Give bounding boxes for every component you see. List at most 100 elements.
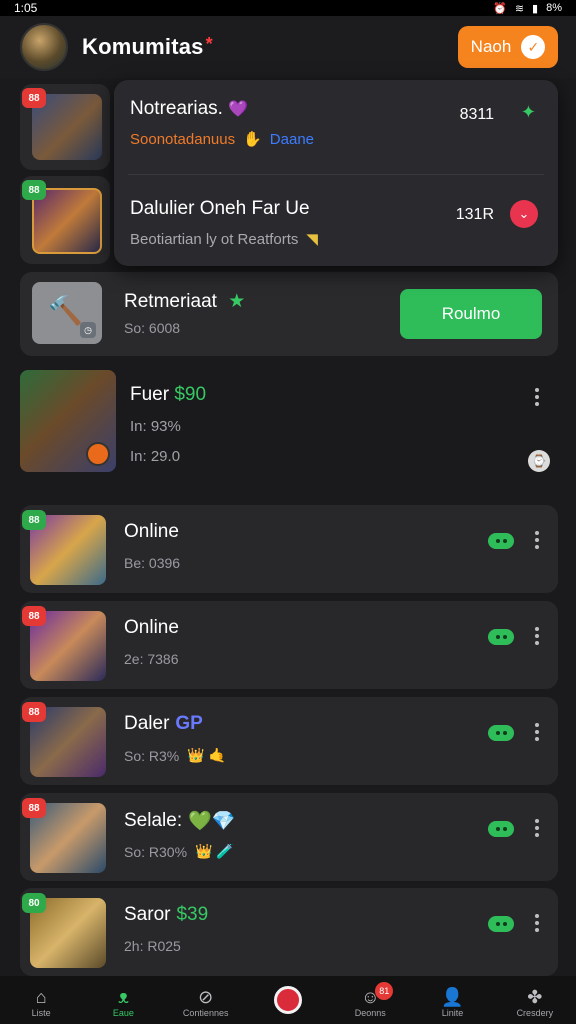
popup-item-1-sub: Soonotadanuus ✋ Daane: [130, 130, 542, 149]
chevron-down-icon[interactable]: ⌄: [510, 200, 538, 228]
list-item-title: Saror $39: [124, 904, 208, 926]
list-item-badge: 88: [22, 798, 46, 818]
bookmark-icon: ◥: [306, 231, 318, 248]
list-item-sub-text: So: R3%: [124, 747, 180, 764]
list-item[interactable]: Online Be: 0396: [20, 505, 558, 593]
nav-contents-label: Contiennes: [182, 1008, 229, 1018]
popup-item-1-sub-extra: Daane: [269, 130, 314, 148]
crown-hand-icons: 👑 🤙: [187, 747, 227, 763]
status-icons: ⏰ ≋ ▮ 8%: [493, 2, 562, 15]
nav-discover[interactable]: ✤ Cresdery: [500, 986, 570, 1019]
list-item-sub: 2h: R025: [124, 938, 181, 954]
emblem-icon: [86, 442, 110, 466]
home-icon: ⌂: [35, 986, 47, 1007]
crown-potion-icons: 👑 🧪: [195, 843, 234, 859]
wifi-icon: ≋: [514, 2, 525, 15]
list-item-title-text: Saror: [124, 904, 171, 925]
nav-center-button[interactable]: [253, 986, 323, 1014]
list-item-badge: 88: [22, 510, 46, 530]
clock-icon[interactable]: ⌚: [528, 450, 550, 472]
app-header: Komumitas * Naoh ✓: [0, 16, 576, 78]
page-title: Komumitas *: [82, 34, 213, 60]
popup-item-2-number: 131R: [455, 206, 494, 223]
list-item-badge: 88: [22, 702, 46, 722]
user-avatar[interactable]: [20, 23, 68, 71]
more-options-icon[interactable]: [534, 723, 540, 741]
check-icon: ✓: [521, 35, 546, 59]
info-icon: ◷: [80, 322, 96, 338]
list-item-sub: So: R3% 👑 🤙: [124, 747, 226, 764]
popup-item-1-number: 8311: [459, 106, 494, 123]
popup-item-2-sub-text: Beotiartian ly ot Reatforts: [130, 230, 299, 248]
online-toggle[interactable]: [488, 629, 514, 645]
list-item-sub: So: R30% 👑 🧪: [124, 843, 234, 860]
bottom-nav: ⌂ Liste ᴥ Eaue ⊘ Contiennes ☺ Deonns 81 …: [0, 976, 576, 1024]
popup-divider: [128, 174, 544, 175]
hand-icon: ✋: [243, 131, 262, 148]
list-item[interactable]: Online 2e: 7386: [20, 601, 558, 689]
nav-messages-badge: 81: [375, 982, 394, 1000]
list-item-title-text: Selale:: [124, 810, 183, 831]
list-item-badge: 88: [22, 606, 46, 626]
nav-home[interactable]: ⌂ Liste: [6, 986, 76, 1019]
online-toggle[interactable]: [488, 533, 514, 549]
record-icon: [273, 986, 302, 1014]
featured-item-title: Fuer $90: [130, 384, 206, 406]
list-item-title: Selale: 💚💎: [124, 809, 235, 833]
nav-messages[interactable]: ☺ Deonns 81: [335, 982, 405, 1018]
list-item-sub-text: So: R30%: [124, 843, 188, 860]
popup-item-2[interactable]: Dalulier Oneh Far Ue Beotiartian ly ot R…: [130, 198, 542, 248]
featured-item-title-accent: $90: [174, 384, 207, 405]
more-options-icon[interactable]: [534, 819, 540, 837]
promo-card: 🔨 ◷ Retmeriaat ★ So: 6008 Roulmo: [20, 272, 558, 356]
alarm-icon: ⏰: [493, 2, 507, 15]
sparkle-icon: ✦: [520, 102, 536, 122]
list-item-title-extra: GP: [175, 713, 203, 734]
heart-icon: 💜: [228, 101, 249, 118]
list-item[interactable]: Daler GP So: R3% 👑 🤙: [20, 697, 558, 785]
list-item-title: Online: [124, 521, 179, 542]
more-options-icon[interactable]: [534, 531, 540, 549]
list-item-badge: 80: [22, 893, 46, 913]
title-star: *: [205, 34, 213, 54]
more-options-icon[interactable]: [534, 627, 540, 645]
signal-icon: ▮: [532, 2, 539, 15]
popup-item-1-sub-text: Soonotadanuus: [130, 130, 236, 148]
popup-item-1[interactable]: Notrearias. 💜 Soonotadanuus ✋ Daane 8311…: [130, 98, 542, 148]
nav-home-label: Liste: [31, 1008, 51, 1018]
list-item[interactable]: Selale: 💚💎 So: R30% 👑 🧪: [20, 793, 558, 881]
promo-title-text: Retmeriaat: [124, 291, 217, 312]
online-toggle[interactable]: [488, 821, 514, 837]
online-toggle[interactable]: [488, 725, 514, 741]
nav-profile-label: Linite: [441, 1008, 464, 1018]
popup-item-2-sub: Beotiartian ly ot Reatforts ◥: [130, 230, 542, 249]
list-item[interactable]: Saror $39 2h: R025: [20, 888, 558, 976]
notifications-popup: Notrearias. 💜 Soonotadanuus ✋ Daane 8311…: [114, 80, 558, 266]
nav-community[interactable]: ᴥ Eaue: [88, 986, 158, 1019]
more-options-icon[interactable]: [534, 388, 540, 406]
nav-contents[interactable]: ⊘ Contiennes: [171, 986, 241, 1019]
nav-profile[interactable]: 👤 Linite: [418, 986, 488, 1019]
star-icon: ★: [228, 291, 246, 312]
header-action-button[interactable]: Naoh ✓: [458, 26, 558, 68]
community-icon: ᴥ: [117, 986, 129, 1007]
featured-item-line-1: In: 93%: [130, 418, 181, 435]
list-item-title: Daler GP: [124, 713, 203, 735]
online-toggle[interactable]: [488, 916, 514, 932]
tool-icon: 🔨: [48, 295, 83, 326]
nav-discover-label: Cresdery: [516, 1008, 554, 1018]
popup-item-1-title-text: Notrearias.: [130, 98, 223, 119]
person-icon: 👤: [441, 986, 464, 1007]
status-bar: 1:05 ⏰ ≋ ▮ 8%: [0, 0, 576, 16]
nav-messages-label: Deonns: [354, 1008, 386, 1018]
ring-icon: ⊘: [198, 986, 214, 1007]
side-card-2-badge: 88: [22, 180, 46, 200]
page-title-text: Komumitas: [82, 34, 204, 59]
status-time: 1:05: [14, 1, 38, 15]
list-item-sub: 2e: 7386: [124, 651, 179, 667]
featured-item[interactable]: Fuer $90 In: 93% In: 29.0 ⌚: [20, 370, 558, 474]
promo-action-button[interactable]: Roulmo: [400, 289, 542, 339]
more-options-icon[interactable]: [534, 914, 540, 932]
list-item-title: Online: [124, 617, 179, 638]
battery-level: 8%: [546, 2, 562, 14]
